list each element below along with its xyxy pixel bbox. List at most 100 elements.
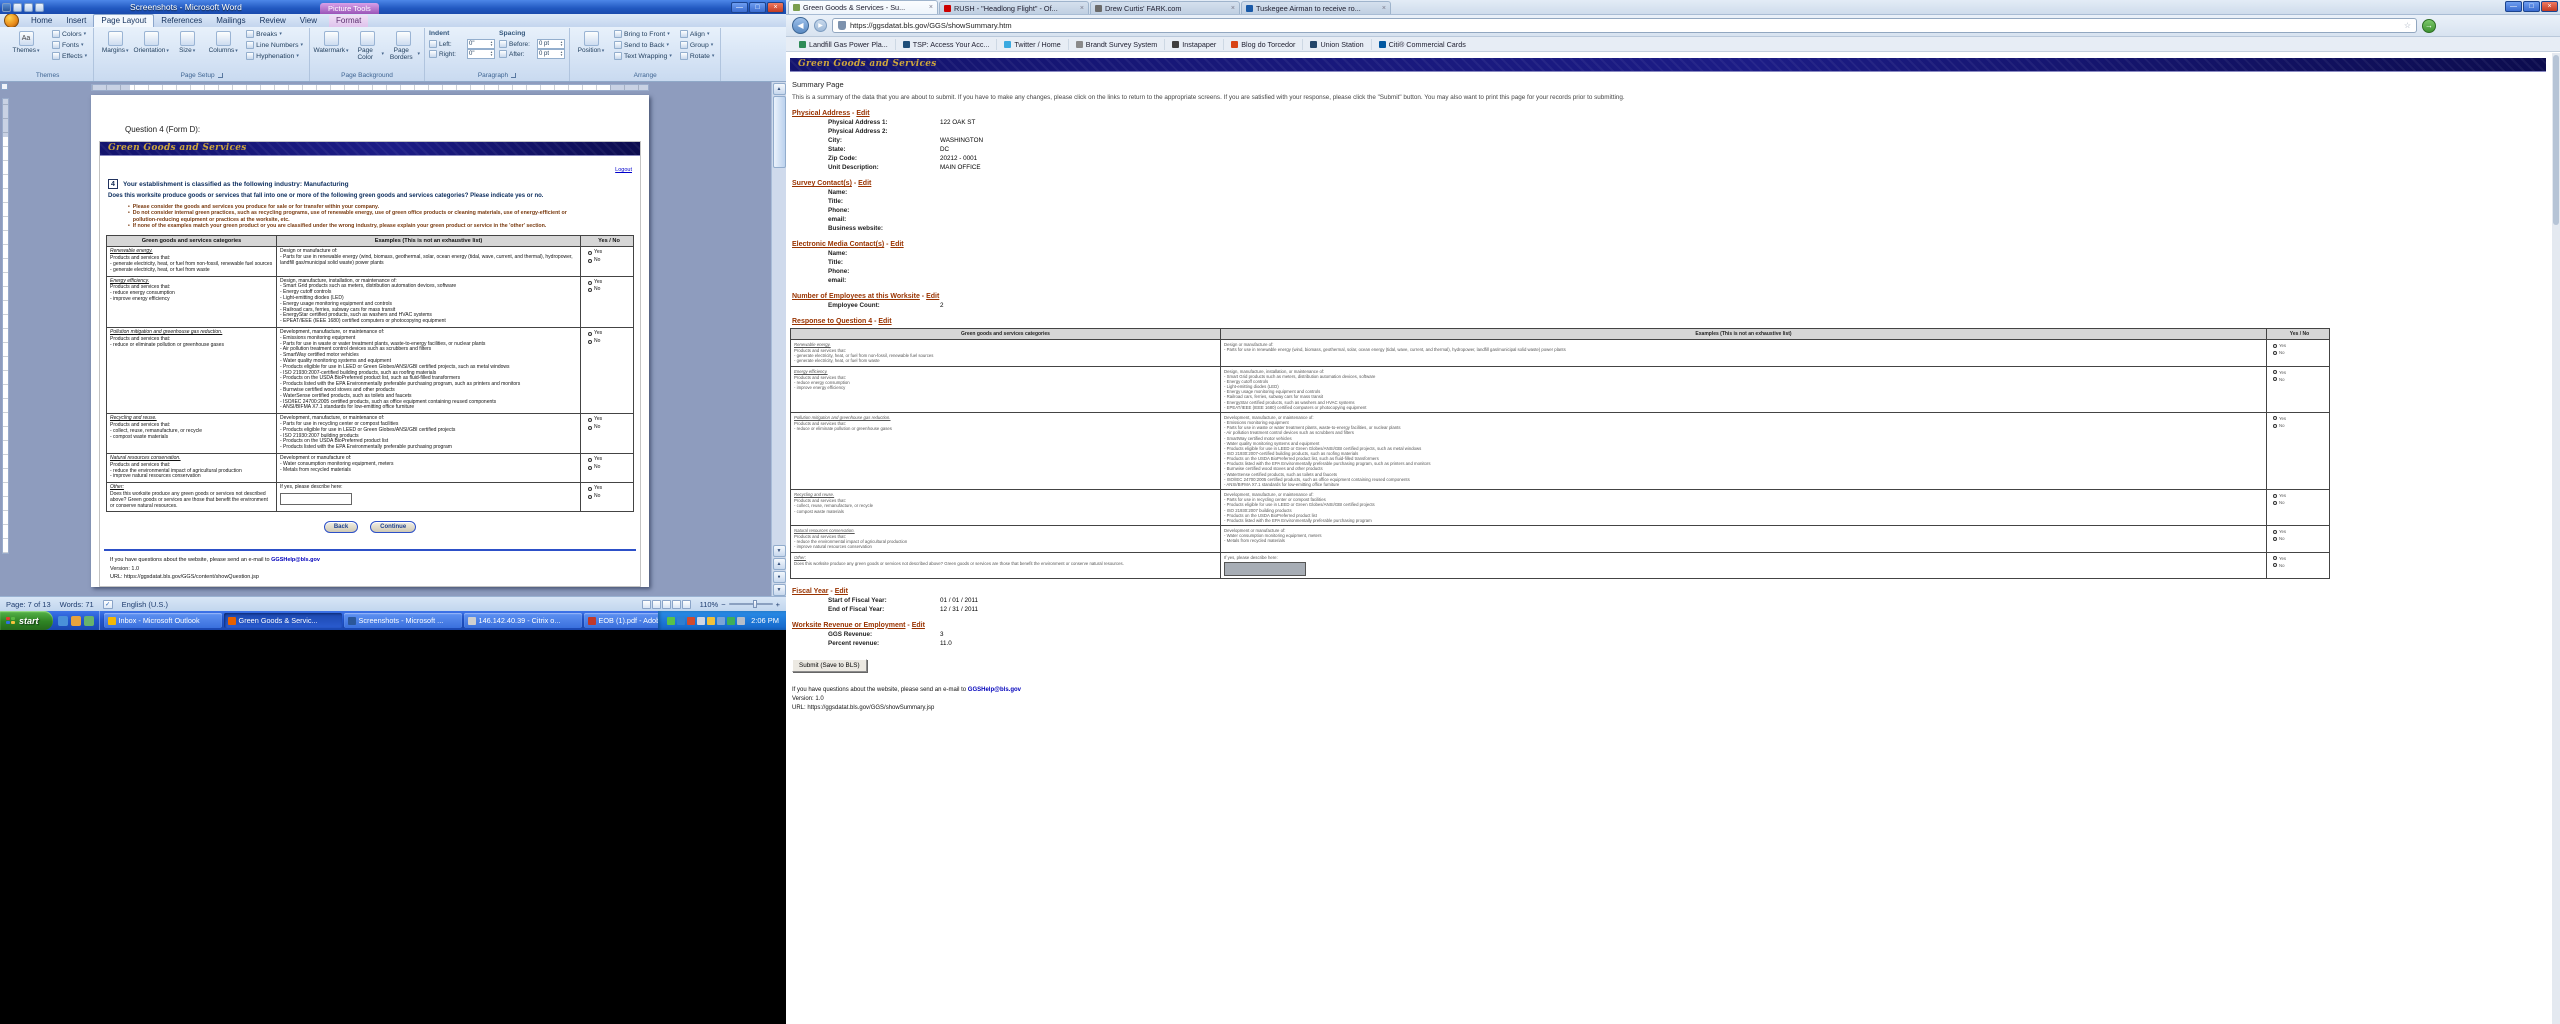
tray-icon[interactable] (697, 617, 705, 625)
view-mode-icon[interactable] (662, 600, 671, 609)
go-icon[interactable]: → (2422, 19, 2436, 33)
quick-launch-icon[interactable] (58, 616, 68, 626)
forward-icon[interactable]: ▶ (814, 19, 827, 32)
tray-icon[interactable] (707, 617, 715, 625)
bookmark-star-icon[interactable]: ☆ (2404, 21, 2411, 30)
margins-button[interactable]: Margins▾ (98, 29, 132, 54)
language-indicator[interactable]: English (U.S.) (122, 600, 168, 609)
browser-tab[interactable]: Green Goods & Services - Su...× (788, 0, 938, 14)
tray-icon[interactable] (677, 617, 685, 625)
save-icon[interactable] (13, 3, 22, 12)
redo-icon[interactable] (35, 3, 44, 12)
vertical-scrollbar[interactable]: ▲ ▼ ▲ ● ▼ (771, 82, 786, 596)
bookmark-item[interactable]: TSP: Access Your Acc... (896, 39, 998, 50)
scroll-down-icon[interactable]: ▼ (773, 545, 786, 557)
submit-button[interactable]: Submit (Save to BLS) (792, 659, 867, 672)
help-email-link[interactable]: GGSHelp@bls.gov (968, 687, 1021, 693)
describe-textbox[interactable] (1224, 562, 1306, 576)
radio-yes[interactable] (2273, 370, 2277, 374)
breaks-button[interactable]: Breaks▾ (244, 29, 305, 39)
spinner-arrows-icon[interactable]: ▲▼ (560, 51, 563, 57)
url-text[interactable]: https://ggsdatat.bls.gov/GGS/showSummary… (850, 21, 1012, 30)
page-borders-button[interactable]: Page Borders▾ (386, 29, 420, 61)
align-button[interactable]: Align▾ (678, 29, 717, 39)
radio-yes[interactable] (2273, 556, 2277, 560)
scroll-up-icon[interactable]: ▲ (773, 83, 786, 95)
left-spinner-input[interactable]: 0"▲▼ (467, 39, 495, 49)
taskbar-button[interactable]: EOB (1).pdf - Adobe Rea... (584, 613, 659, 628)
close-button[interactable]: × (767, 2, 784, 13)
after-spinner-input[interactable]: 0 pt▲▼ (537, 49, 565, 59)
radio-yes[interactable] (588, 458, 592, 462)
radio-no[interactable] (2273, 424, 2277, 428)
select-browse-object-icon[interactable]: ● (773, 571, 786, 583)
radio-no[interactable] (588, 259, 592, 263)
previous-page-icon[interactable]: ▲ (773, 558, 786, 570)
edit-link[interactable]: Edit (858, 180, 871, 187)
browser-tab[interactable]: Tuskegee Airman to receive ro...× (1241, 1, 1391, 14)
back-button[interactable]: Back (324, 521, 358, 533)
describe-textbox[interactable] (280, 493, 352, 505)
view-mode-icon[interactable] (642, 600, 651, 609)
colors-button[interactable]: Colors▾ (50, 29, 89, 39)
radio-yes[interactable] (2273, 494, 2277, 498)
office-button[interactable] (4, 13, 19, 28)
size-button[interactable]: Size▾ (170, 29, 204, 54)
zoom-in-icon[interactable]: + (776, 600, 780, 609)
quick-launch-icon[interactable] (84, 616, 94, 626)
zoom-slider-thumb[interactable] (753, 600, 757, 608)
restore-button[interactable]: □ (2523, 1, 2540, 12)
back-icon[interactable]: ◀ (792, 17, 809, 34)
rotate-button[interactable]: Rotate▾ (678, 51, 717, 61)
taskbar-button[interactable]: Green Goods & Servic... (224, 613, 342, 628)
tray-icon[interactable] (727, 617, 735, 625)
dialog-launcher-icon[interactable] (511, 73, 516, 78)
bookmark-item[interactable]: Union Station (1303, 39, 1371, 50)
zoom-out-icon[interactable]: − (721, 600, 725, 609)
bookmark-item[interactable]: Twitter / Home (997, 39, 1068, 50)
text-wrapping-button[interactable]: Text Wrapping▾ (612, 51, 674, 61)
tab-close-icon[interactable]: × (929, 4, 933, 11)
view-mode-icon[interactable] (652, 600, 661, 609)
hyphenation-button[interactable]: Hyphenation▾ (244, 51, 305, 61)
tab-close-icon[interactable]: × (1231, 5, 1235, 12)
tab-close-icon[interactable]: × (1080, 5, 1084, 12)
ribbon-tab-view[interactable]: View (293, 15, 324, 27)
bookmark-item[interactable]: Instapaper (1165, 39, 1224, 50)
ribbon-tab-mailings[interactable]: Mailings (209, 15, 252, 27)
spellcheck-icon[interactable]: ✓ (103, 600, 113, 609)
ribbon-tab-references[interactable]: References (154, 15, 209, 27)
zoom-slider[interactable] (729, 603, 773, 605)
close-button[interactable]: × (2541, 1, 2558, 12)
browser-tab[interactable]: Drew Curtis' FARK.com× (1090, 1, 1240, 14)
spinner-arrows-icon[interactable]: ▲▼ (490, 51, 493, 57)
view-mode-icon[interactable] (672, 600, 681, 609)
scrollbar-thumb[interactable] (773, 96, 786, 168)
horizontal-ruler[interactable] (10, 82, 771, 92)
watermark-button[interactable]: Watermark▾ (314, 29, 348, 61)
edit-link[interactable]: Edit (878, 318, 891, 325)
logout-link[interactable]: Logout (615, 167, 632, 173)
tray-icon[interactable] (737, 617, 745, 625)
bookmark-item[interactable]: Citi® Commercial Cards (1372, 39, 1473, 50)
radio-no[interactable] (2273, 377, 2277, 381)
position-button[interactable]: Position▾ (574, 29, 608, 54)
browser-tab[interactable]: RUSH - "Headlong Flight" - Of...× (939, 1, 1089, 14)
edit-link[interactable]: Edit (926, 293, 939, 300)
ribbon-tab-review[interactable]: Review (253, 15, 293, 27)
bookmark-item[interactable]: Landfill Gas Power Pla... (792, 39, 896, 50)
taskbar-button[interactable]: 146.142.40.39 - Citrix o... (464, 613, 582, 628)
ribbon-tab-home[interactable]: Home (24, 15, 59, 27)
edit-link[interactable]: Edit (912, 622, 925, 629)
site-identity-shield-icon[interactable] (838, 21, 846, 30)
spinner-arrows-icon[interactable]: ▲▼ (490, 41, 493, 47)
tray-icon[interactable] (717, 617, 725, 625)
page-indicator[interactable]: Page: 7 of 13 (6, 600, 51, 609)
columns-button[interactable]: Columns▾ (206, 29, 240, 54)
taskbar-button[interactable]: Inbox - Microsoft Outlook (104, 613, 222, 628)
minimize-button[interactable]: — (2505, 1, 2522, 12)
tray-icon[interactable] (687, 617, 695, 625)
tab-stop-selector[interactable] (1, 83, 8, 90)
next-page-icon[interactable]: ▼ (773, 584, 786, 596)
browser-scrollbar[interactable] (2552, 53, 2560, 1024)
